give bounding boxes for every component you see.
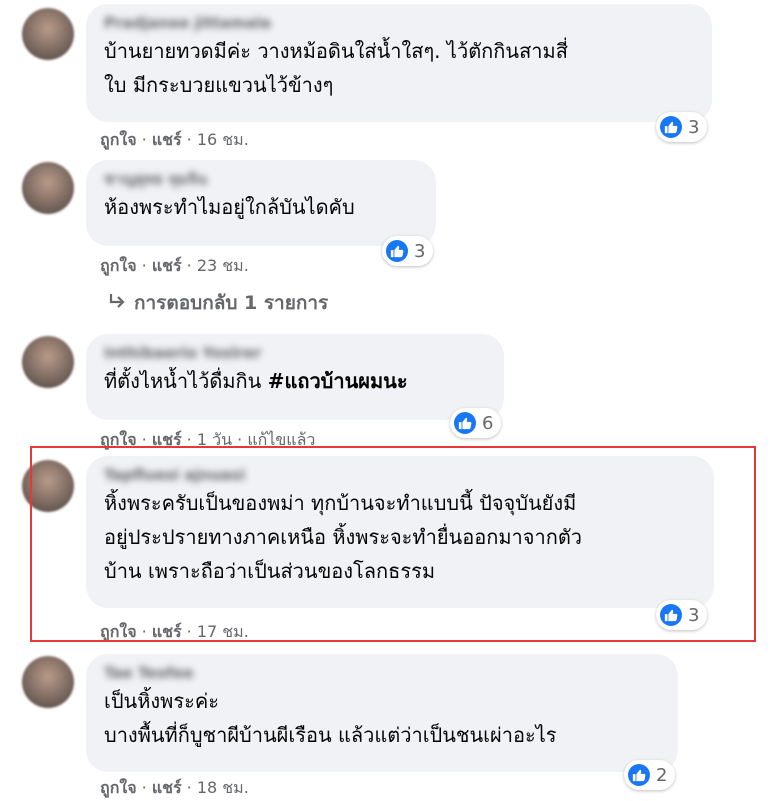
reaction-count-value: 3: [688, 116, 700, 138]
reply-arrow-icon: [108, 292, 126, 314]
like-icon: [454, 412, 476, 434]
comment-text-line: เป็นหิ้งพระค่ะ: [104, 689, 219, 713]
reaction-count-value: 2: [656, 764, 668, 786]
highlight-box: [30, 446, 756, 642]
avatar[interactable]: [22, 656, 74, 708]
comment-author[interactable]: ชาญยุทธ ทุมจิน: [104, 168, 418, 190]
like-link[interactable]: ถูกใจ: [100, 256, 137, 275]
like-icon: [660, 116, 682, 138]
reaction-count[interactable]: 6: [450, 408, 502, 438]
view-replies-link[interactable]: การตอบกลับ 1 รายการ: [108, 288, 328, 318]
comment-text-line: ใบ มีกระบวยแขวนไว้ข้างๆ: [104, 73, 334, 97]
comment-bubble: Tae Teofee เป็นหิ้งพระค่ะ บางพื้นที่ก็บู…: [86, 654, 678, 772]
comment-actions: ถูกใจ · แชร์ · 16 ชม.: [100, 130, 249, 149]
comment-text-line: ที่ตั้งไหน้ำไว้ดื่มกิน #แถวบ้านผมนะ: [104, 364, 486, 398]
like-icon: [628, 764, 650, 786]
comment-actions: ถูกใจ · แชร์ · 18 ชม.: [100, 778, 249, 797]
comment-author[interactable]: Tae Teofee: [104, 662, 660, 684]
comment-text-line: บ้านยายทวดมีค่ะ วางหม้อดินใส่น้ำใสๆ. ไว้…: [104, 39, 568, 63]
share-link[interactable]: แชร์: [152, 130, 182, 149]
comment-time[interactable]: 18 ชม.: [197, 778, 249, 797]
like-link[interactable]: ถูกใจ: [100, 778, 137, 797]
reaction-count[interactable]: 3: [382, 236, 434, 266]
comment-author[interactable]: Pradjanee Jittamala: [104, 12, 694, 34]
comment-text-line: ห้องพระทำไมอยู่ใกล้บันไดคับ: [104, 195, 355, 219]
reaction-count[interactable]: 2: [624, 760, 676, 790]
comment-author[interactable]: Inthibaerio Yoslrer: [104, 342, 486, 364]
comment-bubble: Inthibaerio Yoslrer ที่ตั้งไหน้ำไว้ดื่มก…: [86, 334, 504, 420]
comment-text-line: บางพื้นที่ก็บูชาผีบ้านผีเรือน แล้วแต่ว่า…: [104, 723, 557, 747]
like-icon: [386, 240, 408, 262]
avatar[interactable]: [22, 336, 74, 388]
comment-bubble: ชาญยุทธ ทุมจิน ห้องพระทำไมอยู่ใกล้บันไดค…: [86, 160, 436, 246]
comment-bubble: Pradjanee Jittamala บ้านยายทวดมีค่ะ วางห…: [86, 4, 712, 122]
share-link[interactable]: แชร์: [152, 778, 182, 797]
share-link[interactable]: แชร์: [152, 256, 182, 275]
reaction-count-value: 3: [414, 240, 426, 262]
hashtag-link[interactable]: #แถวบ้านผมนะ: [268, 369, 408, 393]
comment-text: ที่ตั้งไหน้ำไว้ดื่มกิน: [104, 369, 268, 393]
comment-time[interactable]: 16 ชม.: [197, 130, 249, 149]
avatar[interactable]: [22, 162, 74, 214]
view-replies-label: การตอบกลับ 1 รายการ: [134, 292, 329, 314]
reaction-count-value: 6: [482, 412, 494, 434]
like-link[interactable]: ถูกใจ: [100, 130, 137, 149]
reaction-count[interactable]: 3: [656, 112, 708, 142]
comment-time[interactable]: 23 ชม.: [197, 256, 249, 275]
comment-actions: ถูกใจ · แชร์ · 23 ชม.: [100, 256, 249, 275]
avatar[interactable]: [22, 8, 74, 60]
